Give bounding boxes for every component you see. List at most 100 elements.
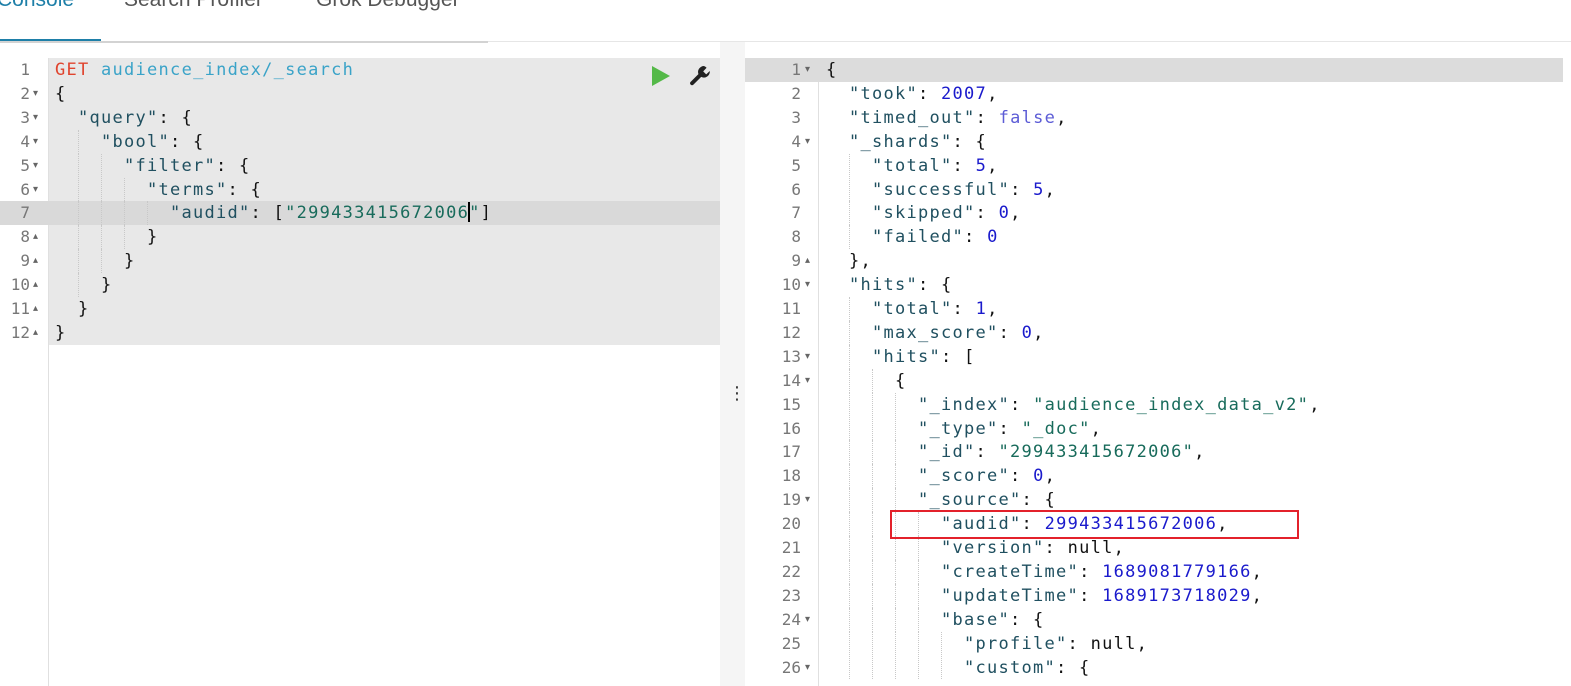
line-number: 18 xyxy=(781,466,801,486)
fold-arrow-down-icon[interactable]: ▾ xyxy=(33,106,38,130)
indent-guide xyxy=(78,129,79,154)
token-p: : xyxy=(975,203,999,224)
request-settings-button[interactable] xyxy=(688,64,712,88)
token-null: null xyxy=(1067,538,1114,558)
indent-guide xyxy=(895,416,896,441)
token-p: ] xyxy=(480,203,493,224)
token-p: } xyxy=(55,322,67,343)
line-number: 4 xyxy=(20,131,30,151)
token-num: 5 xyxy=(1033,179,1045,200)
fold-arrow-up-icon[interactable]: ▴ xyxy=(33,249,38,273)
token-key: "version" xyxy=(941,538,1045,558)
token-p: : { xyxy=(227,179,263,200)
token-num: 5 xyxy=(975,155,988,176)
fold-arrow-up-icon[interactable]: ▴ xyxy=(33,321,38,345)
tab-grok-debugger[interactable]: Grok Debugger xyxy=(316,0,460,12)
token-key: "createTime" xyxy=(941,561,1080,582)
fold-arrow-up-icon[interactable]: ▴ xyxy=(33,273,38,297)
response-viewer[interactable]: 1 ▾{2 "took": 2007, 3 "timed_out": false, 4 ▾ "… xyxy=(745,58,1571,686)
code-line: "bool": { xyxy=(101,130,205,154)
line-number: 4 xyxy=(791,131,801,151)
fold-arrow-down-icon[interactable]: ▾ xyxy=(805,345,810,369)
line-number: 17 xyxy=(781,442,801,462)
indent-guide xyxy=(918,559,919,584)
fold-arrow-down-icon[interactable]: ▾ xyxy=(805,488,810,512)
fold-arrow-down-icon[interactable]: ▾ xyxy=(805,273,810,297)
token-key: "_id" xyxy=(918,442,976,463)
code-line: } xyxy=(101,273,113,297)
fold-arrow-down-icon[interactable]: ▾ xyxy=(805,130,810,154)
line-number: 5 xyxy=(791,155,801,175)
indent-guide xyxy=(849,536,850,560)
code-line: "total": 1, xyxy=(872,297,999,321)
code-line: "audid": ["299433415672006"] xyxy=(170,201,492,225)
token-key: "terms" xyxy=(147,179,228,200)
pane-resizer[interactable]: ⋮ xyxy=(720,42,746,686)
line-number: 10 xyxy=(781,275,801,295)
indent-guide xyxy=(101,201,102,226)
fold-arrow-down-icon[interactable]: ▾ xyxy=(33,82,38,106)
fold-arrow-down-icon[interactable]: ▾ xyxy=(33,154,38,178)
token-key: "total" xyxy=(872,299,953,319)
run-request-button[interactable] xyxy=(650,64,672,88)
tab-search-profiler[interactable]: Search Profiler xyxy=(124,0,263,12)
token-key: "_type" xyxy=(918,418,999,439)
token-p: , xyxy=(1194,442,1206,463)
token-p: : xyxy=(1079,561,1103,582)
fold-arrow-down-icon[interactable]: ▾ xyxy=(805,369,810,393)
fold-arrow-up-icon[interactable]: ▴ xyxy=(805,249,810,273)
code-line: "createTime": 1689081779166, xyxy=(941,560,1263,584)
code-line: "query": { xyxy=(78,106,193,130)
token-key: "_shards" xyxy=(849,131,953,152)
fold-arrow-down-icon[interactable]: ▾ xyxy=(805,58,810,82)
fold-arrow-down-icon[interactable]: ▾ xyxy=(805,656,810,680)
indent-guide xyxy=(78,153,79,178)
line-number: 12 xyxy=(10,322,30,342)
code-line: "hits": { xyxy=(849,273,953,297)
code-line: { xyxy=(55,82,67,106)
token-p: : { xyxy=(952,131,988,152)
token-p: : xyxy=(964,227,988,248)
indent-guide xyxy=(849,488,850,513)
code-line: "hits": [ xyxy=(872,345,976,369)
token-p: : xyxy=(998,418,1022,439)
fold-arrow-down-icon[interactable]: ▾ xyxy=(33,178,38,202)
active-tab-indicator xyxy=(0,39,101,41)
tab-bar: Console Search Profiler Grok Debugger xyxy=(0,0,488,43)
token-p: : xyxy=(998,322,1022,343)
token-p: : xyxy=(952,299,976,319)
indent-guide xyxy=(101,249,102,274)
code-line: "updateTime": 1689173718029, xyxy=(941,584,1263,608)
code-line: }, xyxy=(849,249,872,273)
token-p: : xyxy=(975,107,999,128)
token-p: : xyxy=(1010,466,1034,487)
code-line: "_type": "_doc", xyxy=(918,417,1102,441)
active-line-highlight xyxy=(745,58,1563,82)
fold-arrow-up-icon[interactable]: ▴ xyxy=(33,297,38,321)
token-p: : xyxy=(1010,394,1034,415)
indent-guide xyxy=(101,225,102,250)
token-p: , xyxy=(1251,585,1264,606)
fold-arrow-down-icon[interactable]: ▾ xyxy=(805,608,810,632)
token-p: , xyxy=(1251,561,1264,582)
token-key: "audid" xyxy=(170,203,251,224)
token-num: 1689081779166 xyxy=(1102,561,1252,582)
highlight-box xyxy=(890,510,1299,539)
token-p: , xyxy=(1136,633,1149,654)
fold-arrow-down-icon[interactable]: ▾ xyxy=(33,130,38,154)
indent-guide xyxy=(849,392,850,417)
indent-guide xyxy=(895,464,896,489)
indent-guide xyxy=(918,607,919,632)
line-number: 7 xyxy=(791,203,801,223)
token-p: } xyxy=(124,251,136,272)
indent-guide xyxy=(895,392,896,417)
tab-console[interactable]: Console xyxy=(0,0,74,12)
request-editor[interactable]: 1 GET audience_index/_search 2 ▾{3 ▾ "query":… xyxy=(0,58,720,686)
code-line: "total": 5, xyxy=(872,154,999,178)
line-number: 2 xyxy=(20,83,30,103)
token-url: audience_index/_search xyxy=(101,60,355,80)
fold-arrow-up-icon[interactable]: ▴ xyxy=(33,225,38,249)
token-p xyxy=(90,60,102,80)
code-line: "failed": 0 xyxy=(872,225,999,249)
line-number: 2 xyxy=(791,83,801,103)
